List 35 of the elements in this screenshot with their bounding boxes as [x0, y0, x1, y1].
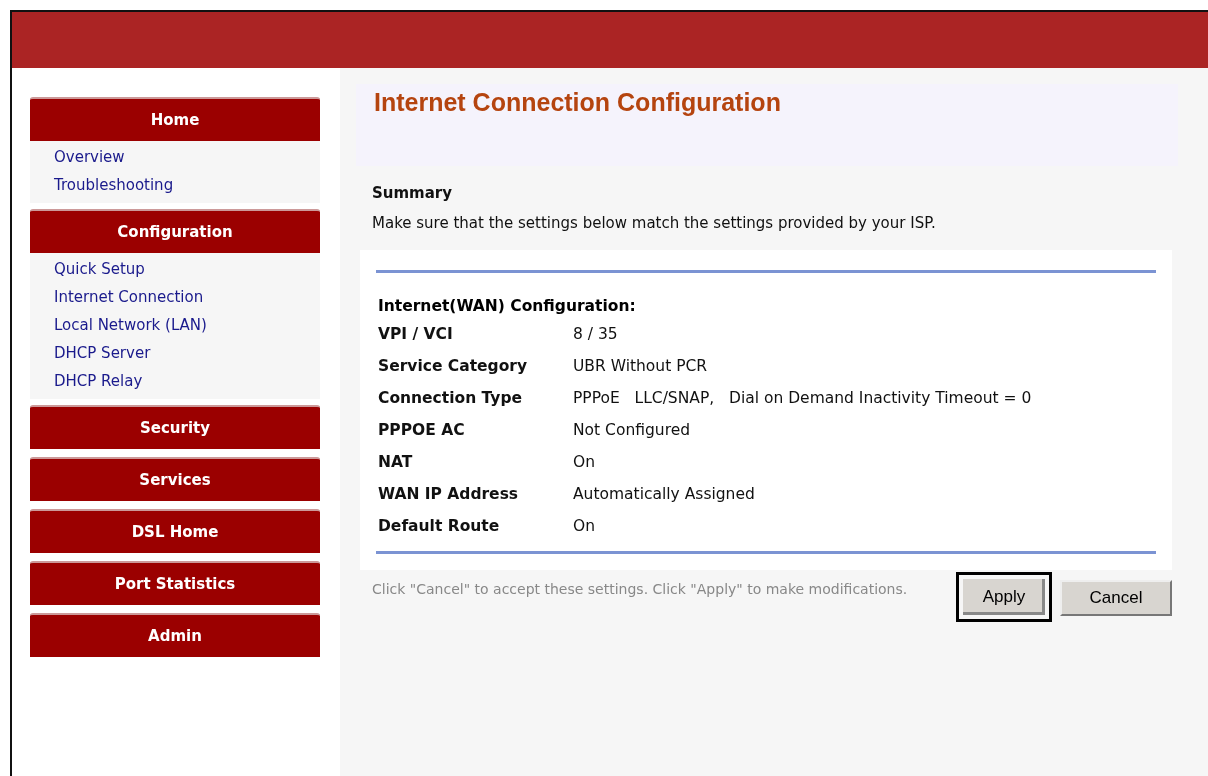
- setting-value: Automatically Assigned: [573, 484, 755, 505]
- setting-value: On: [573, 452, 596, 473]
- setting-value: PPPoE LLC/SNAP, Dial on Demand Inactivity Timeout = 0: [573, 388, 1032, 409]
- setting-label: Connection Type: [378, 388, 524, 409]
- menu-section-header[interactable]: DSL Home: [30, 509, 320, 553]
- intro-text: Make sure that the settings below match the settings provided by your ISP.: [372, 214, 937, 232]
- menu-link[interactable]: Overview: [54, 143, 320, 171]
- page-title: Internet Connection Configuration: [374, 88, 782, 117]
- menu-section-header[interactable]: Security: [30, 405, 320, 449]
- menu-link[interactable]: Internet Connection: [54, 283, 320, 311]
- apply-button[interactable]: Apply: [956, 572, 1052, 622]
- menu-link[interactable]: Local Network (LAN): [54, 311, 320, 339]
- setting-value: 8 / 35: [573, 324, 618, 345]
- menu-section-header[interactable]: Home: [30, 97, 320, 141]
- menu-link[interactable]: DHCP Relay: [54, 367, 320, 395]
- menu-link[interactable]: DHCP Server: [54, 339, 320, 367]
- setting-value: UBR Without PCR: [573, 356, 708, 377]
- menu-section-header[interactable]: Configuration: [30, 209, 320, 253]
- setting-value: Not Configured: [573, 420, 691, 441]
- footer-note: Click "Cancel" to accept these settings. Click "Apply" to make modifications.: [372, 580, 909, 598]
- section-heading: Summary: [372, 184, 454, 202]
- menu-section-header[interactable]: Admin: [30, 613, 320, 657]
- setting-label: PPPOE AC: [378, 420, 466, 441]
- menu-link[interactable]: Quick Setup: [54, 255, 320, 283]
- setting-label: VPI / VCI: [378, 324, 454, 345]
- menu-section-header[interactable]: Services: [30, 457, 320, 501]
- table-heading: Internet(WAN) Configuration:: [378, 297, 637, 315]
- setting-value: On: [573, 516, 596, 537]
- setting-label: Service Category: [378, 356, 529, 377]
- cancel-button[interactable]: Cancel: [1060, 580, 1172, 616]
- menu-section-header[interactable]: Port Statistics: [30, 561, 320, 605]
- setting-label: WAN IP Address: [378, 484, 520, 505]
- setting-label: NAT: [378, 452, 414, 473]
- menu-link[interactable]: Troubleshooting: [54, 171, 320, 199]
- setting-label: Default Route: [378, 516, 501, 537]
